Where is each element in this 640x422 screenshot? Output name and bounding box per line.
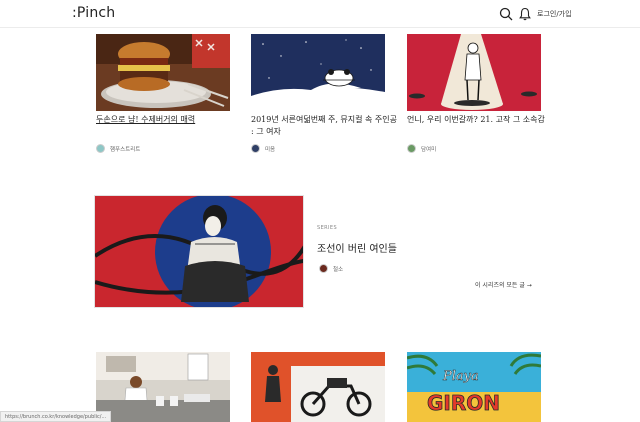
card-title-musical[interactable]: 2019년 서른여덟번째 주, 뮤지컬 속 주인공 : 그 여자	[251, 114, 397, 138]
avatar	[96, 144, 105, 153]
card-author-burger[interactable]: 햄푸스트리트	[96, 144, 140, 153]
login-link[interactable]: 로그인/가입	[537, 9, 572, 19]
card-title-line: : 그 여자	[251, 127, 281, 136]
card-image-playa-giron[interactable]: Playa GIRON	[407, 352, 541, 422]
author-name: 철소	[333, 266, 344, 273]
browser-status-bar: https://brunch.co.kr/knowledge/public/..…	[0, 411, 112, 422]
card-author-musical[interactable]: 미음	[251, 144, 275, 153]
card-title-sisters[interactable]: 언니, 우리 이번갈까? 21. 고작 그 소속감	[407, 114, 545, 126]
avatar	[319, 264, 328, 273]
giron-text: GIRON	[427, 391, 500, 415]
author-name: 햄푸스트리트	[110, 146, 141, 153]
card-title-line: 2019년 서른여덟번째 주, 뮤지컬 속 주인공	[251, 115, 398, 124]
card-title-burger[interactable]: 두손으로 냠! 수제버거의 매력	[96, 114, 195, 126]
series-tag: SERIES	[317, 225, 338, 231]
card-image-spotlight[interactable]	[407, 34, 541, 111]
series-cover-image[interactable]	[94, 195, 304, 308]
card-image-cafe[interactable]	[96, 352, 230, 422]
card-image-burger[interactable]	[96, 34, 230, 111]
search-icon[interactable]	[499, 7, 513, 21]
avatar	[251, 144, 260, 153]
top-header: :Pinch 로그인/가입	[0, 0, 640, 28]
author-name: 담여미	[421, 146, 437, 153]
series-author[interactable]: 철소	[319, 264, 343, 273]
avatar	[407, 144, 416, 153]
series-all-posts-link[interactable]: 이 시리즈의 모든 글 →	[475, 280, 532, 289]
card-image-motorcycle[interactable]	[251, 352, 385, 422]
site-logo[interactable]: :Pinch	[72, 5, 115, 21]
card-image-night[interactable]	[251, 34, 385, 111]
playa-text: Playa	[442, 369, 479, 384]
card-author-sisters[interactable]: 담여미	[407, 144, 436, 153]
author-name: 미음	[265, 146, 276, 153]
series-title[interactable]: 조선이 버린 여인들	[317, 240, 397, 255]
bell-icon[interactable]	[519, 7, 531, 21]
